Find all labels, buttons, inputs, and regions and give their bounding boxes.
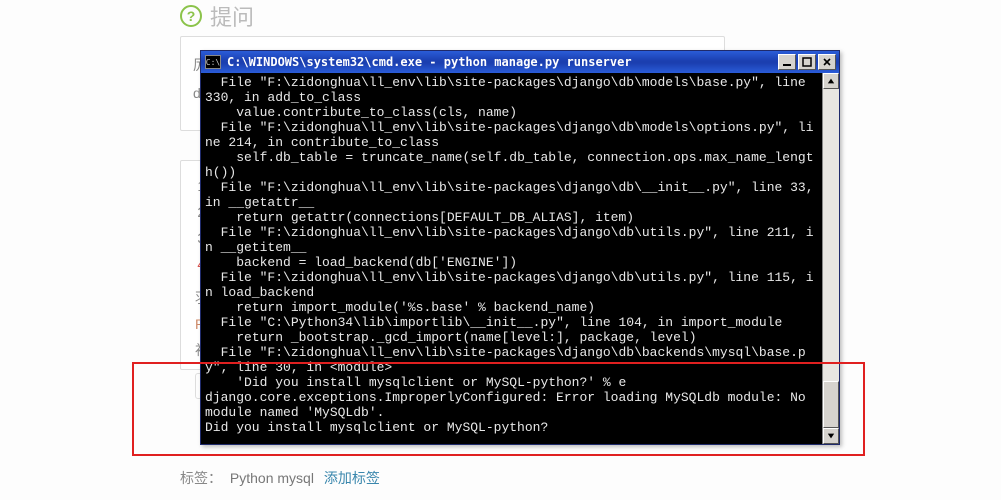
- chevron-up-icon: [827, 77, 835, 85]
- close-icon: [822, 57, 832, 67]
- close-button[interactable]: [818, 54, 836, 70]
- minimize-icon: [782, 57, 792, 67]
- window-buttons: [778, 54, 836, 70]
- terminal-area: File "F:\zidonghua\ll_env\lib\site-packa…: [201, 73, 839, 444]
- scroll-down-button[interactable]: [823, 428, 839, 444]
- maximize-icon: [802, 57, 812, 67]
- tags-values: Python mysql: [230, 470, 314, 486]
- page-background: ? 提问 厉 d 羽 P 衫 📎 标签： Python mysql 添加标签 C…: [0, 0, 1001, 500]
- cmd-window: C:\ C:\WINDOWS\system32\cmd.exe - python…: [200, 50, 840, 445]
- add-tag-link[interactable]: 添加标签: [324, 470, 380, 486]
- window-title: C:\WINDOWS\system32\cmd.exe - python man…: [227, 55, 772, 69]
- question-heading: ? 提问: [180, 0, 254, 32]
- tags-row: 标签： Python mysql 添加标签: [180, 468, 380, 488]
- scroll-track[interactable]: [823, 89, 839, 428]
- vertical-scrollbar[interactable]: [822, 73, 839, 444]
- heading-text: 提问: [210, 0, 254, 32]
- chevron-down-icon: [827, 432, 835, 440]
- scroll-thumb[interactable]: [823, 381, 839, 428]
- terminal-output[interactable]: File "F:\zidonghua\ll_env\lib\site-packa…: [201, 73, 822, 444]
- cmd-icon: C:\: [205, 55, 221, 69]
- scroll-up-button[interactable]: [823, 73, 839, 89]
- tags-label: 标签：: [180, 470, 222, 486]
- maximize-button[interactable]: [798, 54, 816, 70]
- minimize-button[interactable]: [778, 54, 796, 70]
- question-mark-icon: ?: [180, 5, 202, 27]
- titlebar[interactable]: C:\ C:\WINDOWS\system32\cmd.exe - python…: [201, 51, 839, 73]
